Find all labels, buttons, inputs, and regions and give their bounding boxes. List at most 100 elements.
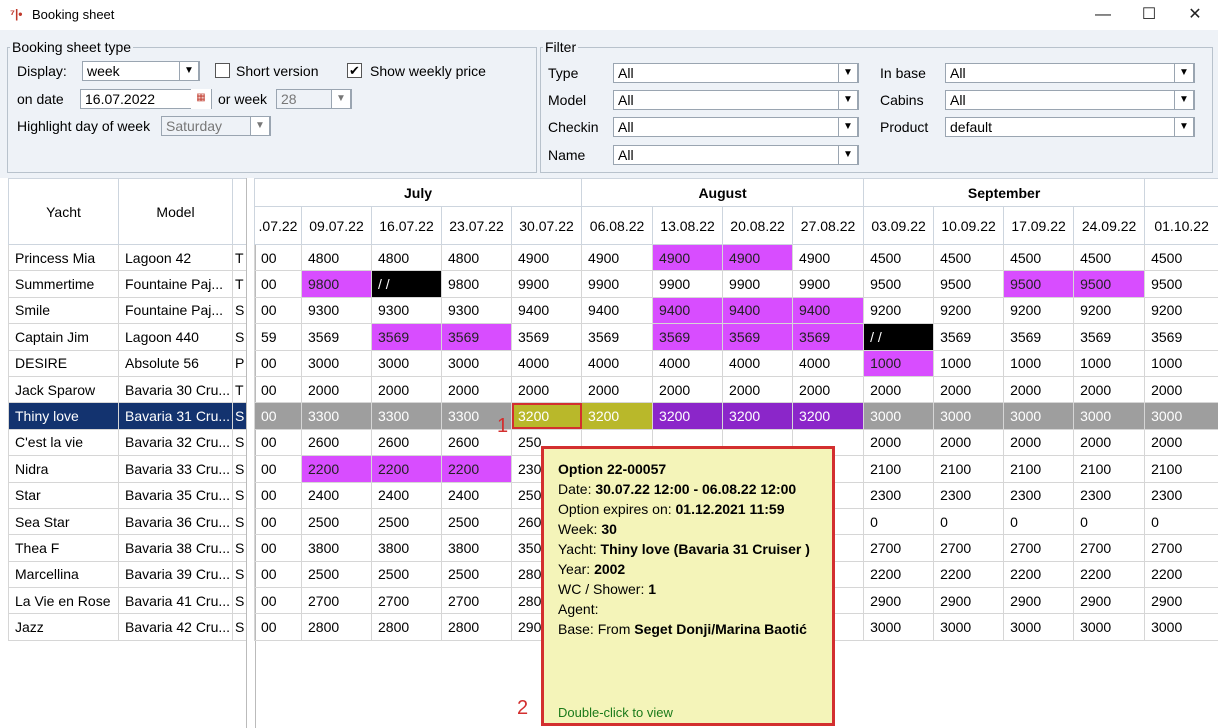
name-select[interactable]: All ▼ [613,145,859,165]
price-cell[interactable]: 00 [254,428,302,457]
price-cell[interactable]: 3000 [863,402,935,430]
price-cell[interactable]: 2000 [1003,428,1075,457]
price-cell[interactable]: 2900 [1144,587,1218,615]
price-cell[interactable]: 3000 [441,349,512,377]
close-button[interactable]: ✕ [1172,0,1218,30]
price-cell[interactable]: 9400 [581,296,654,325]
price-cell[interactable]: 2200 [301,455,372,483]
price-row[interactable]: 59 3569 3569 3569 3569 3569 3569 3569 3569/ /356… [254,323,1218,351]
yacht-cell-model[interactable]: Lagoon 42 [118,243,233,272]
yacht-cell-t[interactable]: S [232,296,247,325]
maximize-button[interactable]: ☐ [1126,0,1172,30]
checkin-select[interactable]: All ▼ [613,117,859,137]
yacht-cell-t[interactable]: S [232,534,247,562]
price-cell[interactable]: 3000 [1003,613,1075,641]
price-cell[interactable]: 3000 [933,613,1005,641]
price-cell[interactable]: 3000 [933,402,1005,430]
yacht-cell-t[interactable]: S [232,613,247,641]
price-row[interactable]: 00 2000 2000 2000 2000 2000 2000 2000 2000 2000 20… [254,375,1218,404]
price-cell[interactable]: 3800 [441,534,512,562]
price-cell[interactable]: 3569 [1144,323,1218,351]
price-cell[interactable]: 2000 [722,375,794,404]
price-cell[interactable]: 2200 [1144,560,1218,589]
price-cell[interactable]: 3200 [792,402,865,430]
price-cell[interactable]: 2500 [441,560,512,589]
yacht-cell-t[interactable]: T [232,243,247,272]
price-cell[interactable]: 9200 [933,296,1005,325]
price-cell[interactable]: 2000 [1003,375,1075,404]
price-cell[interactable]: 00 [254,349,302,377]
price-cell[interactable]: 00 [254,402,302,430]
price-cell[interactable]: 4000 [792,349,865,377]
yacht-cell-t[interactable]: S [232,481,247,509]
calendar-icon[interactable]: ▦ [191,89,211,109]
price-cell[interactable]: 2900 [1073,587,1146,615]
yacht-cell-t[interactable]: T [232,270,247,298]
price-cell[interactable]: 2000 [301,375,372,404]
price-cell[interactable]: 3569 [1073,323,1146,351]
price-cell[interactable]: 4800 [441,243,512,272]
price-cell[interactable]: 4000 [510,349,583,377]
booking-tooltip[interactable]: Option 22-00057 Date: 30.07.22 12:00 - 0… [541,446,835,726]
price-cell[interactable]: 3300 [371,402,442,430]
price-cell[interactable]: 4900 [722,243,794,272]
yacht-cell-yacht[interactable]: Smile [8,296,119,325]
price-cell[interactable]: 00 [254,507,302,536]
yacht-row[interactable]: Star Bavaria 35 Cru... S [8,481,247,509]
yacht-cell-t[interactable]: S [232,560,247,589]
price-cell[interactable]: 00 [254,613,302,641]
yacht-cell-model[interactable]: Bavaria 36 Cru... [118,507,233,536]
price-cell[interactable]: 3569 [652,323,724,351]
price-cell[interactable]: 3200 [510,402,583,430]
yacht-cell-yacht[interactable]: C'est la vie [8,428,119,457]
price-cell[interactable]: 2600 [371,428,442,457]
price-cell[interactable]: 3200 [581,402,654,430]
yacht-cell-model[interactable]: Bavaria 30 Cru... [118,375,233,404]
price-cell[interactable]: 2900 [863,587,935,615]
yacht-row[interactable]: Marcellina Bavaria 39 Cru... S [8,560,247,589]
price-row[interactable]: 00 3000 3000 3000 4000 4000 4000 4000 4000 1000 10… [254,349,1218,377]
cabins-select[interactable]: All ▼ [945,90,1195,110]
price-cell[interactable]: 2900 [933,587,1005,615]
price-cell[interactable]: 2000 [581,375,654,404]
minimize-button[interactable]: — [1080,0,1126,30]
price-cell[interactable]: 2500 [441,507,512,536]
week-select[interactable]: 28 ▼ [276,89,352,109]
yacht-cell-yacht[interactable]: Nidra [8,455,119,483]
price-cell[interactable]: 2000 [1144,428,1218,457]
price-cell[interactable]: 2500 [371,560,442,589]
price-cell[interactable]: 2800 [301,613,372,641]
yacht-cell-model[interactable]: Bavaria 41 Cru... [118,587,233,615]
price-cell[interactable]: 3200 [652,402,724,430]
price-cell[interactable]: 9400 [510,296,583,325]
price-cell[interactable]: 4500 [1003,243,1075,272]
yacht-cell-model[interactable]: Bavaria 42 Cru... [118,613,233,641]
price-cell[interactable]: 2000 [792,375,865,404]
price-cell[interactable]: 0 [933,507,1005,536]
price-cell[interactable]: 9500 [1144,270,1218,298]
price-cell[interactable]: 3000 [1073,613,1146,641]
price-cell[interactable]: 2300 [1073,481,1146,509]
price-cell[interactable]: 2000 [510,375,583,404]
yacht-cell-model[interactable]: Bavaria 35 Cru... [118,481,233,509]
price-cell[interactable]: 2300 [1003,481,1075,509]
price-cell[interactable]: 9200 [1073,296,1146,325]
price-cell[interactable]: 3000 [863,613,935,641]
yacht-cell-t[interactable]: S [232,455,247,483]
price-cell[interactable]: 9400 [792,296,865,325]
product-select[interactable]: default ▼ [945,117,1195,137]
yacht-cell-model[interactable]: Bavaria 38 Cru... [118,534,233,562]
price-cell[interactable]: 2800 [371,613,442,641]
price-cell[interactable]: 4900 [510,243,583,272]
yacht-column-header[interactable]: Yacht [8,178,119,245]
price-cell[interactable]: 3569 [792,323,865,351]
yacht-cell-yacht[interactable]: Summertime [8,270,119,298]
price-cell[interactable]: 2700 [933,534,1005,562]
yacht-cell-yacht[interactable]: Thea F [8,534,119,562]
price-cell[interactable]: 9900 [792,270,865,298]
price-cell[interactable]: 4800 [301,243,372,272]
price-cell[interactable]: 4900 [652,243,724,272]
price-cell[interactable]: 2700 [441,587,512,615]
highlight-day-select[interactable]: Saturday ▼ [161,116,271,136]
price-cell[interactable]: 2300 [863,481,935,509]
